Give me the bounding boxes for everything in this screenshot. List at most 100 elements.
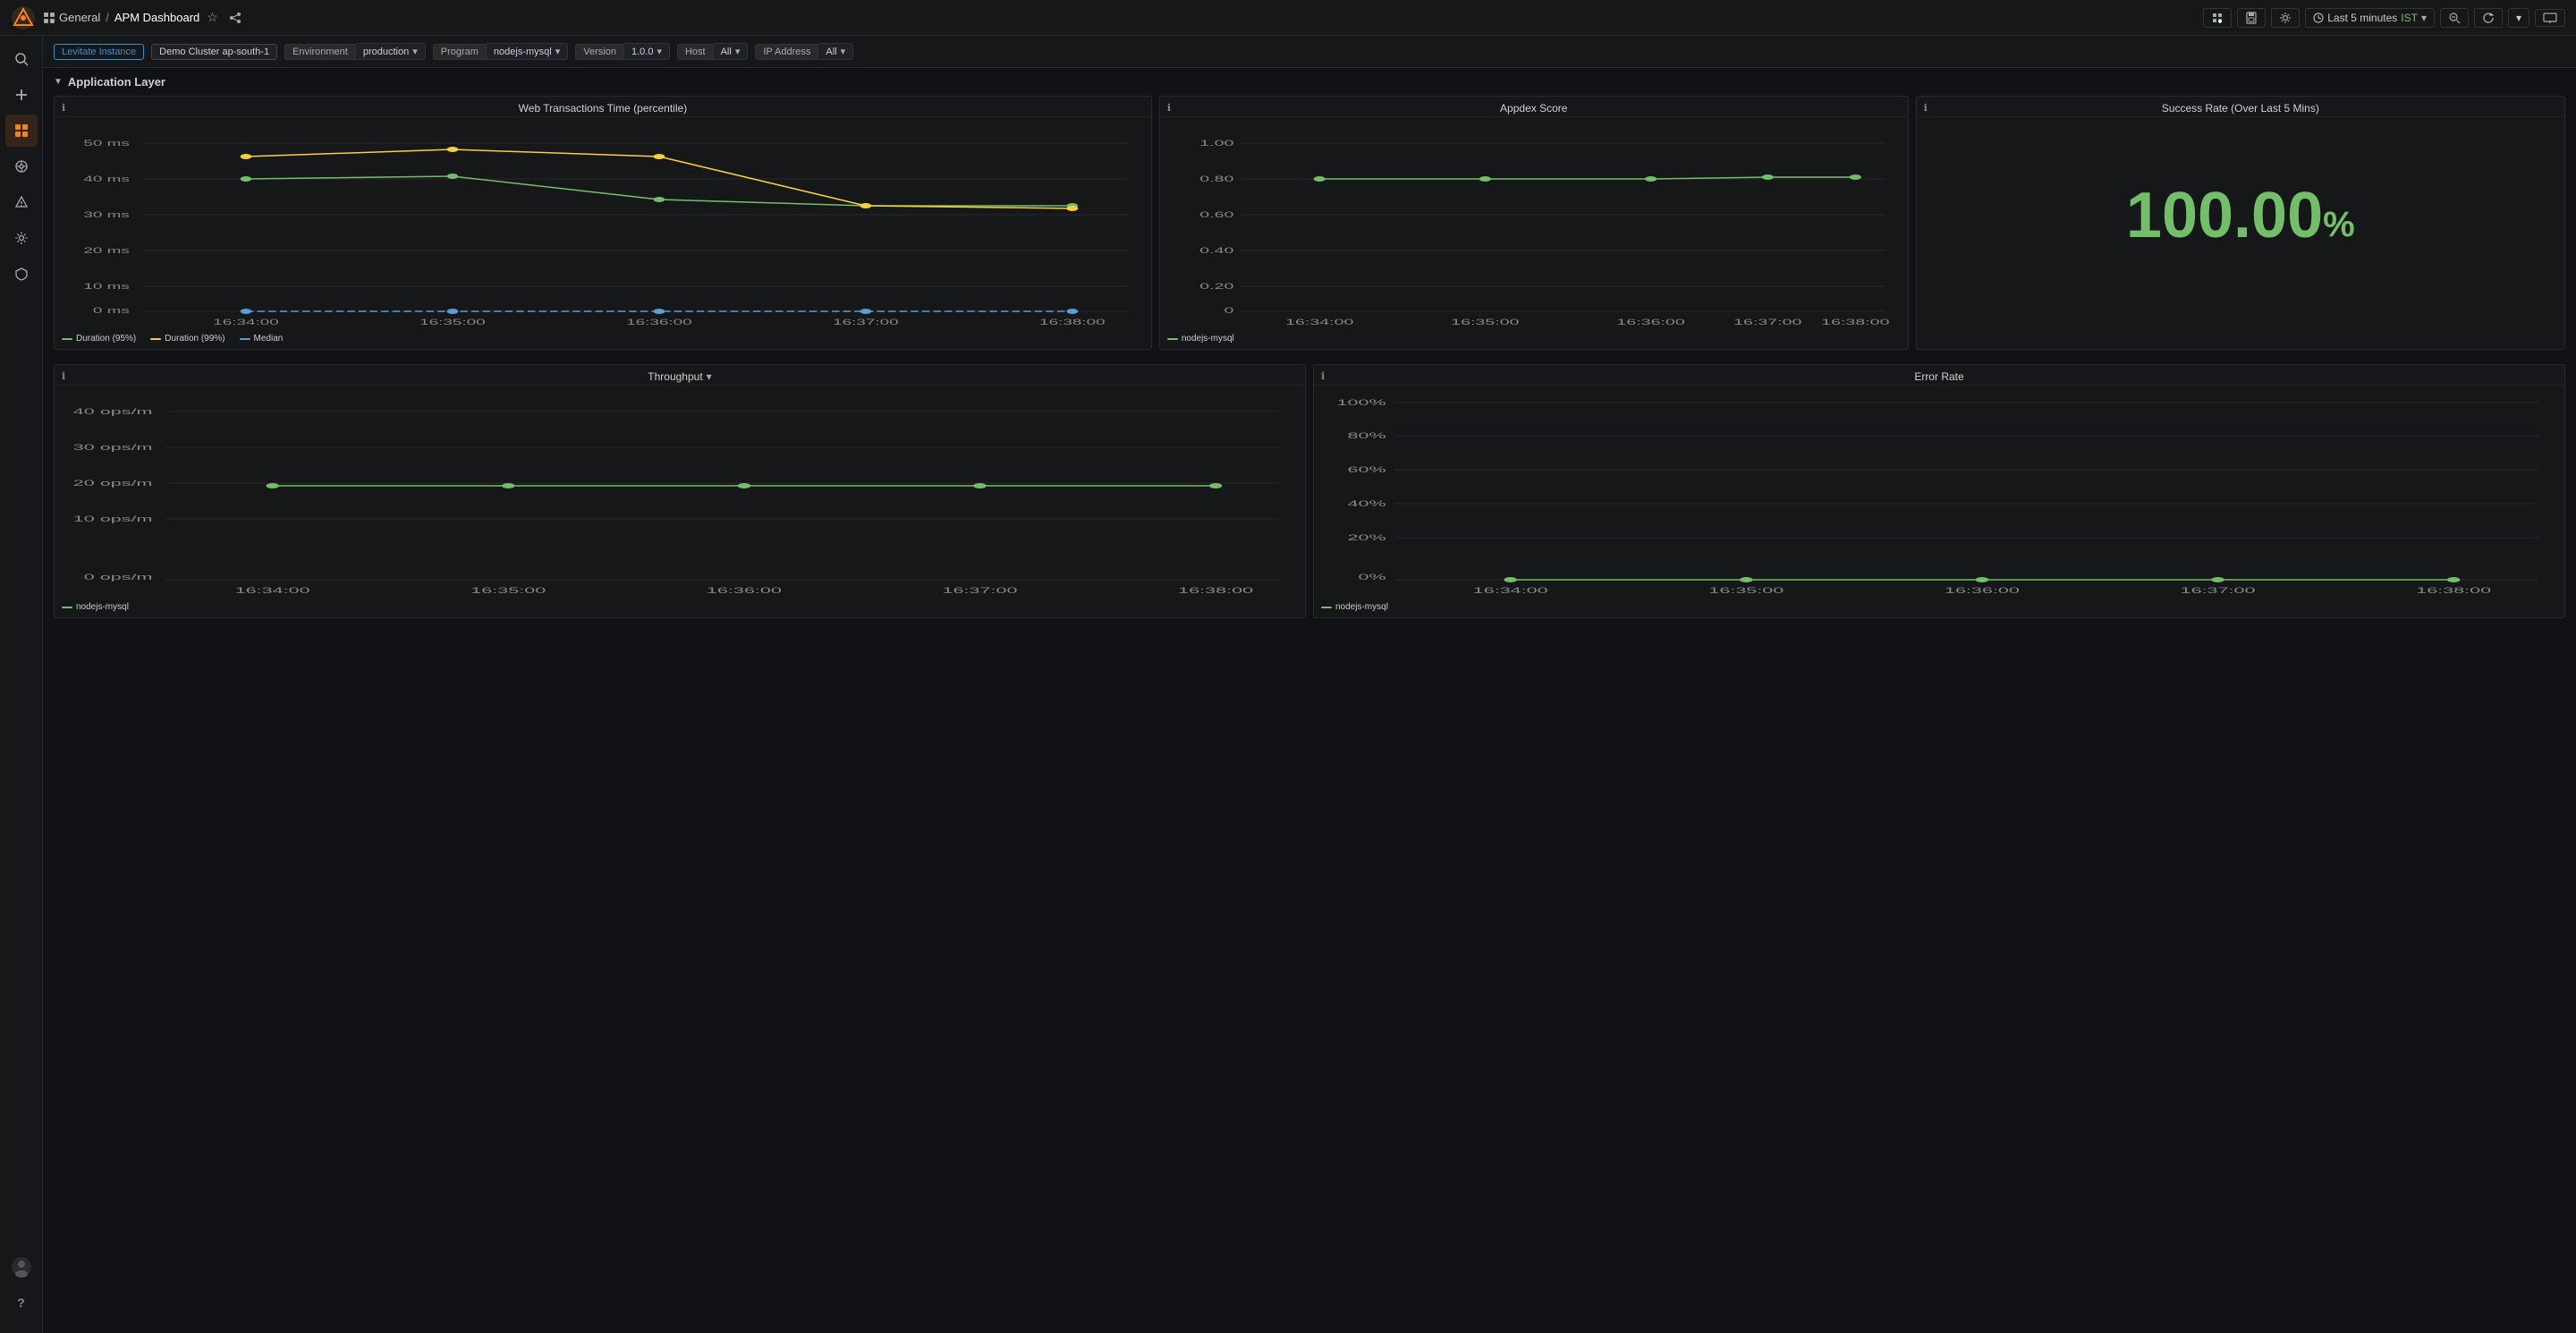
- section-header: ▼ Application Layer: [43, 68, 2576, 92]
- web-transactions-body: 50 ms 40 ms 30 ms 20 ms 10 ms 0 ms: [55, 117, 1151, 330]
- appdex-panel: ℹ Appdex Score 1.00 0.80 0.60 0.40 0.20 …: [1159, 96, 1909, 350]
- svg-text:1.00: 1.00: [1199, 139, 1233, 148]
- svg-text:16:36:00: 16:36:00: [626, 318, 692, 327]
- cluster-value[interactable]: Demo Cluster ap-south-1: [151, 44, 277, 60]
- more-button[interactable]: ▾: [2508, 8, 2529, 28]
- env-value[interactable]: production ▾: [356, 43, 426, 60]
- appdex-body: 1.00 0.80 0.60 0.40 0.20 0 16:34:00 16: [1160, 117, 1908, 330]
- zoom-out-button[interactable]: [2440, 8, 2469, 28]
- svg-text:16:37:00: 16:37:00: [1733, 318, 1801, 327]
- svg-text:16:37:00: 16:37:00: [833, 318, 899, 327]
- env-filter: Environment production ▾: [284, 43, 426, 60]
- sidebar-item-dashboard[interactable]: [5, 115, 38, 147]
- svg-text:16:37:00: 16:37:00: [2181, 586, 2256, 595]
- sidebar-item-alerts[interactable]: [5, 186, 38, 218]
- success-rate-info-icon[interactable]: ℹ: [1924, 102, 1928, 114]
- star-button[interactable]: ☆: [203, 6, 222, 29]
- legend-median: Median: [240, 334, 284, 344]
- error-rate-title: Error Rate: [1314, 365, 2564, 386]
- settings-button[interactable]: [2271, 8, 2300, 28]
- svg-text:16:34:00: 16:34:00: [213, 318, 279, 327]
- svg-text:16:36:00: 16:36:00: [707, 586, 782, 595]
- svg-text:0: 0: [1224, 306, 1233, 315]
- svg-text:20 ops/m: 20 ops/m: [73, 479, 153, 488]
- svg-text:0.40: 0.40: [1199, 246, 1233, 255]
- grid-icon: [43, 12, 55, 24]
- appdex-legend: nodejs-mysql: [1160, 330, 1908, 349]
- throughput-legend: nodejs-mysql: [55, 599, 1305, 617]
- throughput-svg: 40 ops/m 30 ops/m 20 ops/m 10 ops/m 0 op…: [58, 389, 1301, 595]
- throughput-chevron[interactable]: ▾: [707, 370, 712, 383]
- program-value[interactable]: nodejs-mysql ▾: [487, 43, 568, 60]
- sidebar-item-help[interactable]: ?: [5, 1286, 38, 1319]
- svg-text:16:38:00: 16:38:00: [2416, 586, 2491, 595]
- throughput-info-icon[interactable]: ℹ: [62, 370, 65, 382]
- legend-duration-99: Duration (99%): [150, 334, 225, 344]
- svg-text:16:38:00: 16:38:00: [1178, 586, 1253, 595]
- svg-text:16:38:00: 16:38:00: [1821, 318, 1889, 327]
- web-transactions-title: Web Transactions Time (percentile): [55, 97, 1151, 117]
- success-rate-display: 100.00 %: [1917, 117, 2564, 314]
- error-rate-info-icon[interactable]: ℹ: [1321, 370, 1325, 382]
- version-value[interactable]: 1.0.0 ▾: [624, 43, 670, 60]
- web-transactions-legend: Duration (95%) Duration (99%) Median: [55, 330, 1151, 349]
- web-transactions-info-icon[interactable]: ℹ: [62, 102, 65, 114]
- topbar-controls: Last 5 minutes IST ▾ ▾: [2203, 8, 2565, 28]
- save-button[interactable]: [2237, 8, 2266, 28]
- error-rate-panel: ℹ Error Rate 100% 80% 60% 40% 20% 0%: [1313, 364, 2565, 618]
- version-filter: Version 1.0.0 ▾: [575, 43, 670, 60]
- svg-text:0.60: 0.60: [1199, 210, 1233, 219]
- nav-title: APM Dashboard: [114, 11, 199, 24]
- svg-text:40 ms: 40 ms: [83, 175, 129, 184]
- svg-text:20 ms: 20 ms: [83, 247, 129, 256]
- legend-throughput-nodejs: nodejs-mysql: [62, 602, 129, 612]
- svg-text:16:34:00: 16:34:00: [1285, 318, 1353, 327]
- sidebar-item-explore[interactable]: [5, 150, 38, 183]
- add-panel-button[interactable]: [2203, 8, 2232, 28]
- filterbar: Levitate Instance Demo Cluster ap-south-…: [43, 36, 2576, 68]
- version-label: Version: [575, 44, 624, 60]
- svg-text:10 ops/m: 10 ops/m: [73, 514, 153, 523]
- error-rate-svg: 100% 80% 60% 40% 20% 0% 16:34:00 16:35: [1318, 389, 2561, 595]
- svg-text:40 ops/m: 40 ops/m: [73, 407, 153, 416]
- topbar: General / APM Dashboard ☆ Last 5 minutes…: [0, 0, 2576, 36]
- sidebar-bottom: ?: [5, 1251, 38, 1326]
- error-rate-body: 100% 80% 60% 40% 20% 0% 16:34:00 16:35: [1314, 386, 2564, 599]
- success-rate-unit: %: [2323, 205, 2355, 245]
- ip-value[interactable]: All ▾: [818, 43, 853, 60]
- section-title: Application Layer: [68, 75, 165, 89]
- program-filter: Program nodejs-mysql ▾: [433, 43, 569, 60]
- appdex-svg: 1.00 0.80 0.60 0.40 0.20 0 16:34:00 16: [1164, 121, 1904, 327]
- share-button[interactable]: [225, 8, 245, 28]
- app-logo: [11, 5, 36, 30]
- sidebar: ?: [0, 36, 43, 1333]
- refresh-button[interactable]: [2474, 8, 2503, 28]
- levitate-instance-button[interactable]: Levitate Instance: [54, 44, 144, 60]
- section-collapse-icon[interactable]: ▼: [54, 77, 63, 87]
- ip-label: IP Address: [755, 44, 818, 60]
- svg-text:0.80: 0.80: [1199, 174, 1233, 183]
- sidebar-item-add[interactable]: [5, 79, 38, 111]
- svg-text:30 ms: 30 ms: [83, 211, 129, 220]
- time-label: Last 5 minutes: [2327, 12, 2397, 24]
- breadcrumb: General / APM Dashboard ☆: [43, 6, 245, 29]
- success-rate-title: Success Rate (Over Last 5 Mins): [1917, 97, 2564, 117]
- sidebar-item-settings[interactable]: [5, 222, 38, 254]
- svg-text:0 ops/m: 0 ops/m: [84, 573, 153, 582]
- svg-text:16:36:00: 16:36:00: [1616, 318, 1684, 327]
- nav-parent[interactable]: General: [59, 11, 100, 24]
- display-button[interactable]: [2535, 9, 2565, 27]
- host-value[interactable]: All ▾: [714, 43, 749, 60]
- svg-text:10 ms: 10 ms: [83, 283, 129, 292]
- svg-text:16:35:00: 16:35:00: [470, 586, 546, 595]
- sidebar-item-shield[interactable]: [5, 258, 38, 290]
- appdex-info-icon[interactable]: ℹ: [1167, 102, 1171, 114]
- sidebar-item-avatar[interactable]: [5, 1251, 38, 1283]
- host-filter: Host All ▾: [677, 43, 748, 60]
- svg-text:50 ms: 50 ms: [83, 140, 129, 149]
- svg-text:16:36:00: 16:36:00: [1945, 586, 2020, 595]
- legend-appdex-nodejs: nodejs-mysql: [1167, 334, 1234, 344]
- svg-text:16:35:00: 16:35:00: [419, 318, 486, 327]
- time-picker[interactable]: Last 5 minutes IST ▾: [2305, 8, 2435, 28]
- sidebar-item-search[interactable]: [5, 43, 38, 75]
